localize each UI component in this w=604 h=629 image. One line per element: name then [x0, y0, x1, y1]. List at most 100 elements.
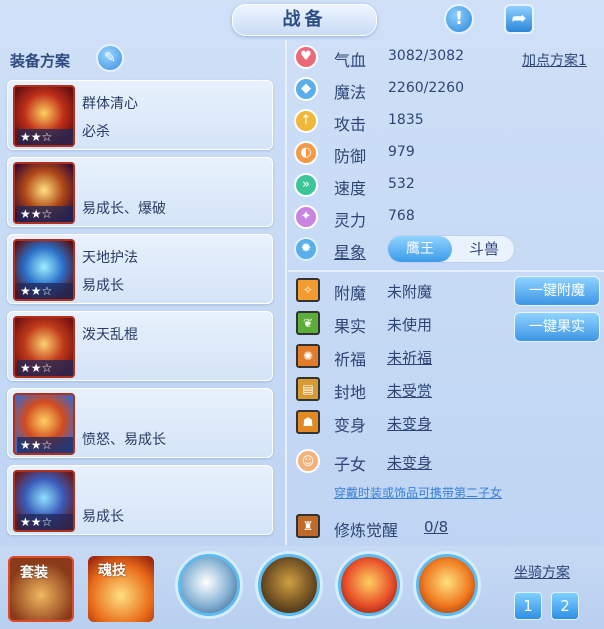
star-rating: ★★☆ — [17, 360, 73, 376]
item-traits: 易成长 — [82, 278, 124, 294]
item-name: 天地护法 — [82, 250, 138, 266]
heart-icon: ♥ — [294, 45, 318, 69]
skill-slot-2-icon[interactable] — [258, 554, 320, 616]
bottom-bar: 套装 魂技 坐骑方案 1 2 — [0, 546, 604, 629]
item-traits: 必杀 — [82, 124, 110, 140]
fief-link[interactable]: 未受赏 — [387, 380, 432, 401]
fruit-icon: ❦ — [296, 311, 320, 335]
stats-panel: 加点方案1 ♥ 气血 3082/3082 ◆ 魔法 2260/2260 ↑ 攻击… — [288, 40, 604, 545]
equipment-item-4[interactable]: ★★☆ 泼天乱棍 — [7, 311, 273, 381]
awaken-icon: ♜ — [296, 514, 320, 538]
equipment-icon: ★★☆ — [13, 393, 75, 455]
edit-pen-icon[interactable]: ✎ — [96, 44, 124, 72]
enhance-name: 果实 — [334, 317, 367, 336]
suit-button[interactable]: 套装 — [8, 556, 74, 622]
child-hint-text: 穿戴时装或饰品可携带第二子女 — [334, 486, 503, 500]
star-rating: ★★☆ — [17, 129, 73, 145]
child-icon: ☺ — [296, 449, 320, 473]
suit-label: 套装 — [20, 565, 48, 581]
item-traits: 易成长 — [82, 509, 124, 525]
panel-divider — [285, 40, 287, 545]
transform-link[interactable]: 未变身 — [387, 413, 432, 434]
enhance-name: 子女 — [334, 455, 367, 474]
stat-name: 攻击 — [334, 115, 367, 134]
item-name: 群体清心 — [82, 96, 138, 112]
stat-hp: ♥ 气血 3082/3082 — [288, 43, 604, 73]
equipment-item-5[interactable]: ★★☆ 愤怒、易成长 — [7, 388, 273, 458]
top-bar: 战备 ! ➦ — [0, 0, 604, 40]
mana-icon: ◆ — [294, 77, 318, 101]
soul-skill-button[interactable]: 魂技 — [88, 556, 154, 622]
equipment-panel: 装备方案 ✎ ★★☆ 群体清心 必杀 ★★☆ 易成长、爆破 ★★☆ 天地护法 易… — [0, 40, 284, 545]
section-divider — [288, 270, 604, 272]
enchant-icon: ✧ — [296, 278, 320, 302]
stat-value: 768 — [388, 208, 415, 224]
one-click-fruit-button[interactable]: 一键果实 — [514, 312, 600, 342]
exclamation-icon[interactable]: ! — [444, 4, 474, 34]
stat-defense: ◐ 防御 979 — [288, 139, 604, 169]
page-title: 战备 — [232, 4, 377, 36]
enhance-name: 祈福 — [334, 350, 367, 369]
skill-slot-1-icon[interactable] — [178, 554, 240, 616]
item-name: 泼天乱棍 — [82, 327, 138, 343]
stat-attack: ↑ 攻击 1835 — [288, 107, 604, 137]
star-rating: ★★☆ — [17, 514, 73, 530]
enhance-name: 附魔 — [334, 284, 367, 303]
equipment-icon: ★★☆ — [13, 316, 75, 378]
star-sign-toggle[interactable]: 鹰王 斗兽 — [387, 235, 515, 263]
star-rating: ★★☆ — [17, 283, 73, 299]
child-link[interactable]: 未变身 — [387, 452, 432, 473]
equipment-item-6[interactable]: ★★☆ 易成长 — [7, 465, 273, 535]
stat-name: 灵力 — [334, 211, 367, 230]
equipment-item-2[interactable]: ★★☆ 易成长、爆破 — [7, 157, 273, 227]
equipment-icon: ★★☆ — [13, 239, 75, 301]
skill-slot-3-icon[interactable] — [338, 554, 400, 616]
fief-icon: ▤ — [296, 377, 320, 401]
shield-icon: ◐ — [294, 141, 318, 165]
item-traits: 易成长、爆破 — [82, 201, 166, 217]
skill-slot-4-icon[interactable] — [416, 554, 478, 616]
speed-icon: » — [294, 173, 318, 197]
enhance-name: 封地 — [334, 383, 367, 402]
mount-plan-title[interactable]: 坐骑方案 — [514, 562, 570, 582]
one-click-enchant-button[interactable]: 一键附魔 — [514, 276, 600, 306]
stat-value: 532 — [388, 176, 415, 192]
mount-plan-1-button[interactable]: 1 — [514, 592, 542, 620]
enhance-value: 未附魔 — [387, 283, 433, 301]
star-sign-label: 星象 — [334, 243, 367, 262]
stat-spirit: ✦ 灵力 768 — [288, 203, 604, 233]
enhance-value: 未使用 — [387, 316, 433, 334]
spirit-icon: ✦ — [294, 205, 318, 229]
equipment-icon: ★★☆ — [13, 85, 75, 147]
stat-name: 速度 — [334, 179, 367, 198]
equipment-icon: ★★☆ — [13, 470, 75, 532]
stat-mp: ◆ 魔法 2260/2260 — [288, 75, 604, 105]
star-rating: ★★☆ — [17, 206, 73, 222]
star-sign-option-1[interactable]: 鹰王 — [388, 236, 452, 262]
stat-name: 防御 — [334, 147, 367, 166]
stat-value: 979 — [388, 144, 415, 160]
blessing-link[interactable]: 未祈福 — [387, 347, 432, 368]
star-sign-icon: ✹ — [294, 237, 318, 261]
star-rating: ★★☆ — [17, 437, 73, 453]
plan-title: 装备方案 — [10, 52, 71, 70]
equipment-item-1[interactable]: ★★☆ 群体清心 必杀 — [7, 80, 273, 150]
item-traits: 愤怒、易成长 — [82, 432, 166, 448]
stat-name: 魔法 — [334, 83, 367, 102]
transform-icon: ☗ — [296, 410, 320, 434]
share-icon[interactable]: ➦ — [504, 4, 534, 34]
soul-skill-label: 魂技 — [98, 563, 126, 579]
stat-name: 气血 — [334, 51, 367, 70]
sword-icon: ↑ — [294, 109, 318, 133]
blessing-icon: ✺ — [296, 344, 320, 368]
awaken-label: 修炼觉醒 — [334, 521, 399, 540]
stat-value: 1835 — [388, 112, 424, 128]
awaken-value[interactable]: 0/8 — [424, 518, 448, 536]
equipment-icon: ★★☆ — [13, 162, 75, 224]
mount-plan-2-button[interactable]: 2 — [551, 592, 579, 620]
star-sign-option-2[interactable]: 斗兽 — [452, 236, 516, 262]
stat-value: 2260/2260 — [388, 80, 464, 96]
enhance-name: 变身 — [334, 416, 367, 435]
equipment-item-3[interactable]: ★★☆ 天地护法 易成长 — [7, 234, 273, 304]
stat-value: 3082/3082 — [388, 48, 464, 64]
